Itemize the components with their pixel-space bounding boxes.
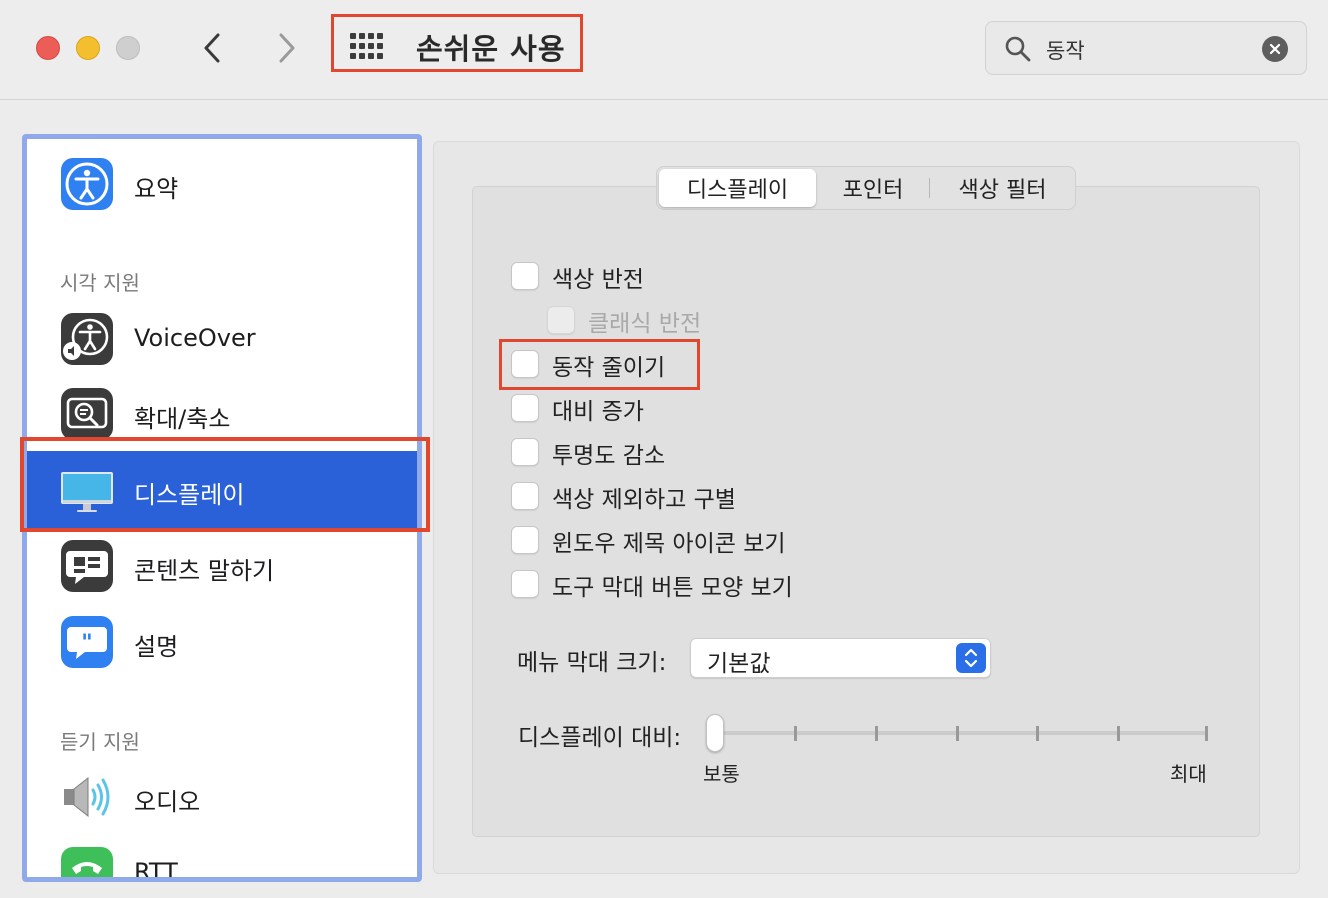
chevron-left-icon xyxy=(204,33,220,63)
sidebar-item-label: 요약 xyxy=(134,175,179,203)
rtt-phone-icon xyxy=(61,847,113,877)
slider-tick xyxy=(1205,726,1208,741)
checkbox[interactable] xyxy=(511,438,539,466)
display-contrast-label: 디스플레이 대비: xyxy=(518,725,682,751)
tab-pointer[interactable]: 포인터 xyxy=(818,167,928,209)
close-window-button[interactable] xyxy=(36,36,60,60)
search-input[interactable]: 동작 xyxy=(1046,35,1085,65)
menu-bar-size-label: 메뉴 막대 크기: xyxy=(517,650,667,676)
option-label: 대비 증가 xyxy=(552,399,644,425)
checkbox[interactable] xyxy=(511,482,539,510)
tab-color-filters[interactable]: 색상 필터 xyxy=(930,167,1075,209)
option-label: 색상 반전 xyxy=(552,267,644,293)
spoken-content-icon xyxy=(61,540,113,592)
sidebar-item-label: 확대/축소 xyxy=(134,405,231,433)
tab-segmented-control: 디스플레이 포인터 색상 필터 xyxy=(656,166,1076,210)
close-icon xyxy=(1269,43,1281,55)
slider-tick xyxy=(875,726,878,741)
option-label: 윈도우 제목 아이콘 보기 xyxy=(552,531,786,557)
sidebar-item-label: RTT xyxy=(134,858,178,882)
chevron-right-icon xyxy=(279,33,295,63)
select-stepper[interactable] xyxy=(956,643,986,673)
slider-tick xyxy=(1117,726,1120,741)
section-header-hearing: 듣기 지원 xyxy=(60,730,140,754)
sidebar-item-label: VoiceOver xyxy=(134,324,256,352)
zoom-window-button[interactable] xyxy=(116,36,140,60)
show-all-grid-icon[interactable] xyxy=(348,33,388,63)
minimize-window-button[interactable] xyxy=(76,36,100,60)
slider-tick xyxy=(956,726,959,741)
accessibility-summary-icon xyxy=(61,158,113,210)
checkbox[interactable] xyxy=(511,262,539,290)
zoom-icon xyxy=(61,388,113,440)
window-title: 손쉬운 사용 xyxy=(416,32,566,66)
selected-item-highlight-box xyxy=(20,437,430,532)
sidebar-item-descriptions[interactable]: " 설명 xyxy=(27,603,417,681)
sidebar-item-label: 설명 xyxy=(134,633,179,661)
option-label: 클래식 반전 xyxy=(588,311,702,337)
checkbox[interactable] xyxy=(511,394,539,422)
option-label: 도구 막대 버튼 모양 보기 xyxy=(552,575,793,601)
select-value: 기본값 xyxy=(707,651,771,677)
option-label: 투명도 감소 xyxy=(552,443,666,469)
sidebar-item-rtt[interactable]: RTT xyxy=(27,834,417,882)
sidebar-item-label: 콘텐츠 말하기 xyxy=(134,557,275,585)
slider-tick xyxy=(1036,726,1039,741)
up-down-chevron-icon xyxy=(964,648,978,668)
contrast-slider-knob[interactable] xyxy=(706,714,724,752)
sidebar-item-summary[interactable]: 요약 xyxy=(27,145,417,223)
sidebar-item-audio[interactable]: 오디오 xyxy=(27,758,417,836)
descriptions-icon: " xyxy=(61,616,113,668)
slider-min-label: 보통 xyxy=(703,762,740,786)
slider-tick xyxy=(794,726,797,741)
menu-bar-size-select[interactable]: 기본값 xyxy=(690,638,991,678)
option-label: 색상 제외하고 구별 xyxy=(552,487,736,513)
slider-max-label: 최대 xyxy=(1170,762,1207,786)
search-field[interactable]: 동작 xyxy=(985,21,1307,75)
voiceover-icon xyxy=(61,313,113,365)
reduce-motion-highlight-box xyxy=(499,339,700,390)
sidebar-item-voiceover[interactable]: VoiceOver xyxy=(27,300,417,378)
forward-button[interactable] xyxy=(267,28,307,68)
section-header-vision: 시각 지원 xyxy=(60,271,140,295)
checkbox[interactable] xyxy=(511,570,539,598)
checkbox[interactable] xyxy=(511,526,539,554)
clear-search-button[interactable] xyxy=(1262,36,1288,62)
search-icon xyxy=(1005,36,1031,62)
audio-speaker-icon xyxy=(64,776,110,818)
tab-display[interactable]: 디스플레이 xyxy=(659,169,816,207)
sidebar-item-label: 오디오 xyxy=(134,788,201,816)
checkbox xyxy=(547,306,575,334)
sidebar-item-spoken-content[interactable]: 콘텐츠 말하기 xyxy=(27,527,417,605)
back-button[interactable] xyxy=(192,28,232,68)
contrast-slider-track[interactable] xyxy=(713,731,1208,735)
svg-text:": " xyxy=(81,631,92,656)
